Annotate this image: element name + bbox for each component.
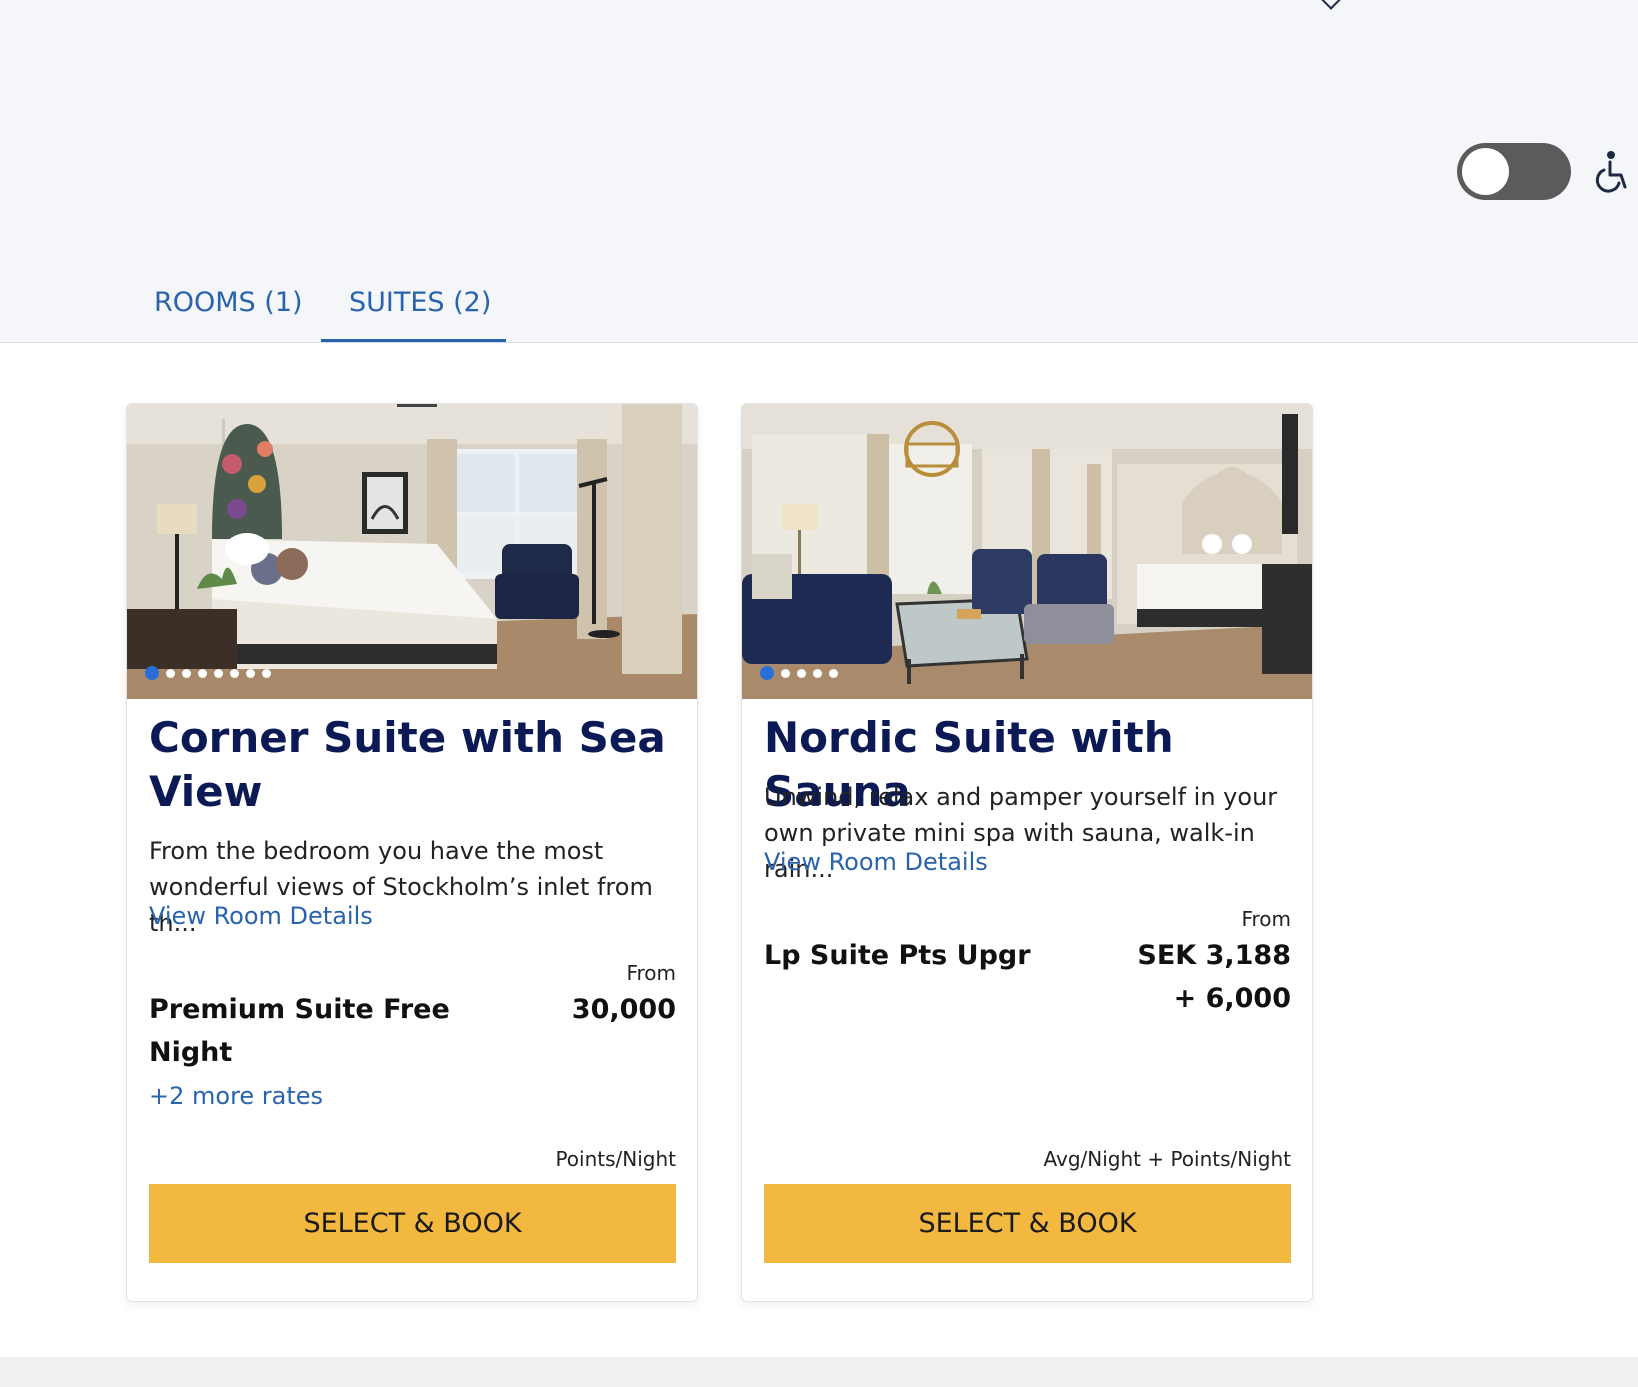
carousel-dot[interactable] (813, 668, 822, 678)
from-label: From (1241, 907, 1291, 931)
room-card-corner-suite: Corner Suite with Sea View From the bedr… (126, 403, 698, 1302)
room-title: Corner Suite with Sea View (149, 713, 666, 816)
carousel-dot[interactable] (214, 668, 223, 678)
price-cash: SEK 3,188 (1137, 940, 1291, 971)
view-room-details-link[interactable]: View Room Details (764, 846, 988, 878)
accessible-rooms-toggle[interactable] (1457, 143, 1571, 200)
rate-name: Lp Suite Pts Upgr (764, 940, 1031, 971)
room-card-nordic-suite: Nordic Suite with Sauna Unwind, relax an… (741, 403, 1313, 1302)
price-points: 30,000 (571, 994, 676, 1025)
carousel-dot[interactable] (166, 668, 175, 678)
select-book-button[interactable]: SELECT & BOOK (149, 1184, 676, 1263)
toggle-knob (1462, 148, 1509, 195)
more-rates-link[interactable]: +2 more rates (149, 1082, 323, 1110)
card-body: Corner Suite with Sea View From the bedr… (127, 699, 697, 1301)
price-points: + 6,000 (1173, 983, 1291, 1014)
price-unit-label: Avg/Night + Points/Night (1043, 1147, 1291, 1171)
price-unit-label: Points/Night (555, 1147, 676, 1171)
footer-band (0, 1357, 1638, 1387)
rate-name: Premium Suite Free Night (149, 994, 450, 1068)
carousel-dot[interactable] (262, 668, 271, 678)
chevron-down-icon[interactable] (1318, 0, 1344, 10)
wheelchair-icon[interactable] (1592, 150, 1632, 194)
select-book-button[interactable]: SELECT & BOOK (764, 1184, 1291, 1263)
carousel-dot[interactable] (797, 668, 806, 678)
tab-rooms[interactable]: ROOMS (1) (154, 278, 303, 342)
header-area: ROOMS (1) SUITES (2) (0, 0, 1638, 343)
from-label: From (626, 961, 676, 985)
carousel-dot[interactable] (781, 668, 790, 678)
carousel-dot-active[interactable] (760, 666, 774, 680)
carousel-dot[interactable] (198, 668, 207, 678)
carousel-dot[interactable] (246, 668, 255, 678)
carousel-dot-active[interactable] (145, 666, 159, 680)
room-photo[interactable] (742, 404, 1312, 699)
active-tab-indicator (321, 339, 506, 342)
carousel-dot[interactable] (230, 668, 239, 678)
tab-suites[interactable]: SUITES (2) (349, 278, 491, 342)
photo-carousel-dots (145, 666, 278, 680)
room-photo[interactable] (127, 404, 697, 699)
card-body: Nordic Suite with Sauna Unwind, relax an… (742, 699, 1312, 1301)
carousel-dot[interactable] (182, 668, 191, 678)
photo-carousel-dots (760, 666, 845, 680)
view-room-details-link[interactable]: View Room Details (149, 900, 373, 932)
carousel-dot[interactable] (829, 668, 838, 678)
